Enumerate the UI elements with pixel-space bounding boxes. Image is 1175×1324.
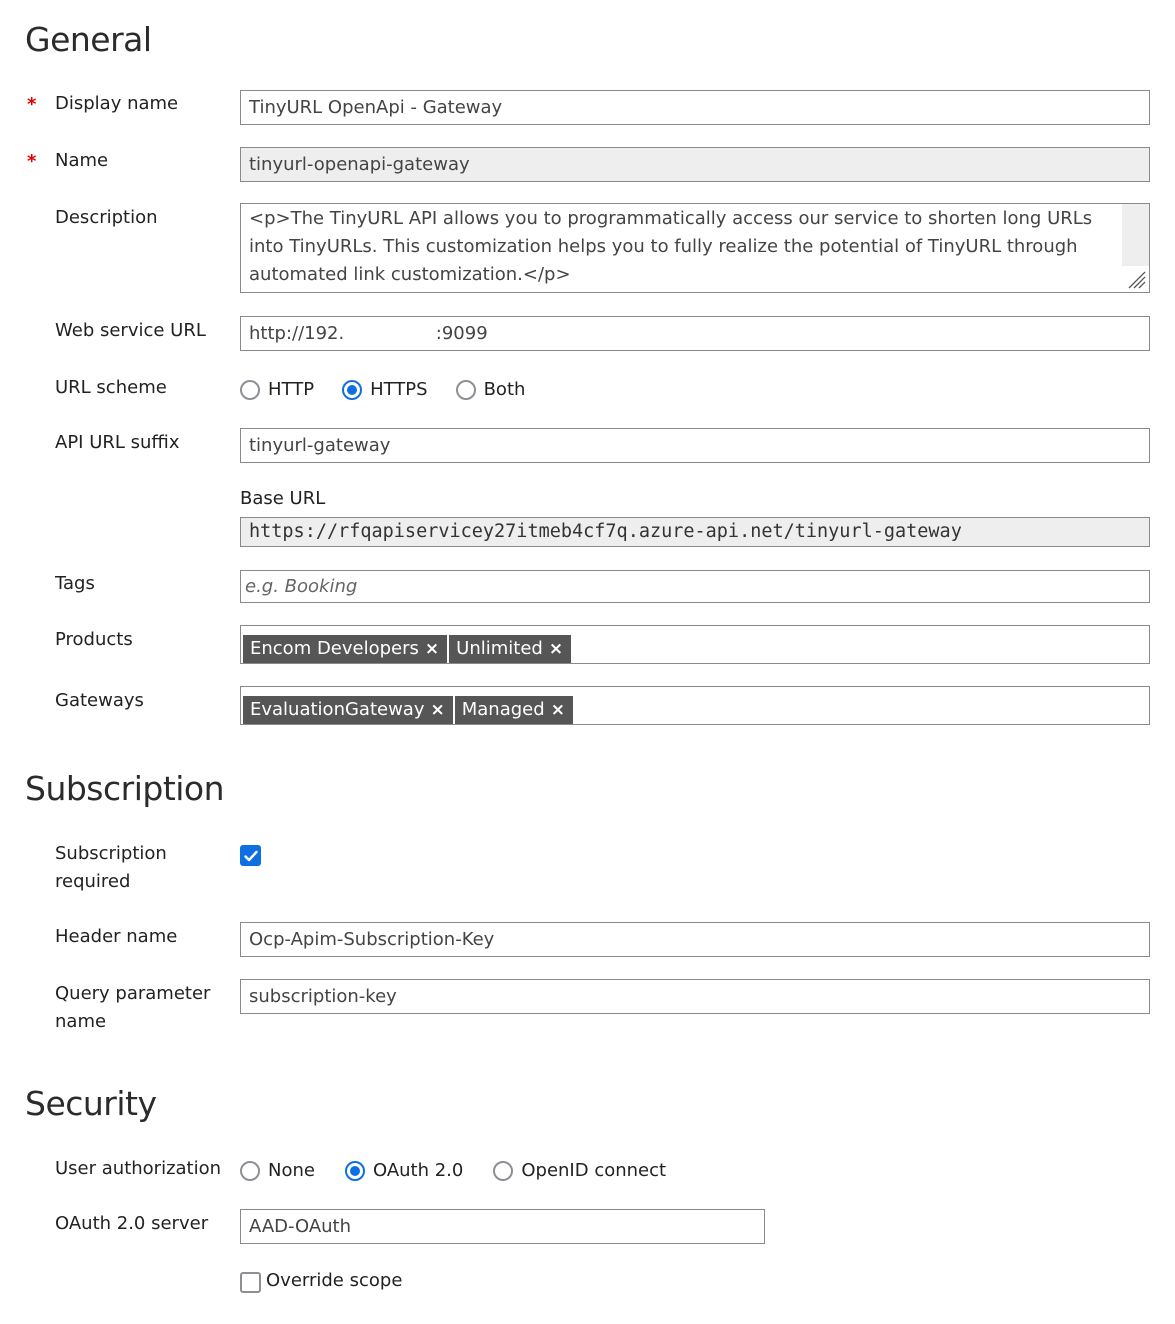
header-name-label: Header name	[55, 926, 178, 947]
base-url-label: Base URL	[240, 488, 326, 509]
checkmark-icon	[243, 850, 258, 861]
web-service-url-label: Web service URL	[55, 320, 206, 341]
oauth-server-label: OAuth 2.0 server	[55, 1213, 209, 1234]
chip-label: EvaluationGateway	[250, 699, 425, 720]
remove-chip-icon[interactable]: ×	[425, 635, 439, 663]
radio-button-selected[interactable]	[342, 379, 363, 400]
name-input[interactable]: tinyurl-openapi-gateway	[240, 147, 1150, 182]
radio-label: None	[268, 1160, 315, 1181]
product-chip: Encom Developers ×	[243, 635, 448, 663]
radio-label: Both	[483, 379, 526, 400]
url-scheme-radio-group: HTTP HTTPS Both	[240, 379, 553, 400]
radio-button[interactable]	[493, 1160, 514, 1181]
gateways-tag-input[interactable]: EvaluationGateway × Managed ×	[240, 686, 1150, 725]
radio-button[interactable]	[240, 379, 260, 400]
radio-openid-connect[interactable]: OpenID connect	[493, 1160, 666, 1181]
display-name-label: Display name	[55, 93, 179, 114]
textarea-scrollbar[interactable]	[1122, 204, 1149, 266]
subscription-required-label: Subscription required	[55, 843, 167, 892]
query-parameter-name-input[interactable]: subscription-key	[240, 979, 1150, 1014]
radio-oauth2[interactable]: OAuth 2.0	[344, 1160, 464, 1181]
oauth-server-select[interactable]: AAD-OAuth	[240, 1209, 765, 1244]
api-url-suffix-input[interactable]: tinyurl-gateway	[240, 428, 1150, 463]
products-tag-input[interactable]: Encom Developers × Unlimited ×	[240, 625, 1150, 664]
header-name-input[interactable]: Ocp-Apim-Subscription-Key	[240, 922, 1150, 957]
required-marker: *	[27, 151, 37, 172]
section-title-general: General	[25, 20, 152, 59]
product-chip: Unlimited ×	[449, 635, 572, 663]
radio-label: HTTPS	[370, 379, 428, 400]
tags-input[interactable]: e.g. Booking	[240, 570, 1150, 603]
override-scope-checkbox[interactable]	[240, 1272, 261, 1293]
chip-label: Managed	[461, 699, 545, 720]
chip-label: Unlimited	[456, 638, 543, 659]
description-textarea[interactable]: <p>The TinyURL API allows you to program…	[240, 203, 1150, 293]
gateways-label: Gateways	[55, 690, 144, 711]
radio-https[interactable]: HTTPS	[342, 379, 428, 400]
radio-label: HTTP	[268, 379, 315, 400]
section-title-subscription: Subscription	[25, 769, 225, 808]
section-title-security: Security	[25, 1084, 157, 1123]
remove-chip-icon[interactable]: ×	[549, 635, 563, 663]
radio-both[interactable]: Both	[455, 379, 526, 400]
subscription-required-checkbox[interactable]	[240, 845, 261, 866]
description-label: Description	[55, 207, 158, 228]
query-parameter-name-label: Query parameter name	[55, 983, 211, 1032]
display-name-input[interactable]: TinyURL OpenApi - Gateway	[240, 90, 1150, 125]
radio-http[interactable]: HTTP	[240, 379, 314, 400]
radio-label: OpenID connect	[521, 1160, 667, 1181]
gateway-chip: EvaluationGateway ×	[243, 696, 453, 724]
name-label: Name	[55, 150, 109, 171]
radio-none[interactable]: None	[240, 1160, 315, 1181]
remove-chip-icon[interactable]: ×	[431, 696, 445, 724]
products-label: Products	[55, 629, 133, 650]
radio-label: OAuth 2.0	[372, 1160, 464, 1181]
url-scheme-label: URL scheme	[55, 377, 167, 398]
base-url-value: https://rfqapiservicey27itmeb4cf7q.azure…	[240, 517, 1150, 547]
radio-button-selected[interactable]	[344, 1160, 365, 1181]
api-url-suffix-label: API URL suffix	[55, 432, 180, 453]
user-authorization-radio-group: None OAuth 2.0 OpenID connect	[240, 1160, 694, 1181]
remove-chip-icon[interactable]: ×	[551, 696, 565, 724]
description-text: <p>The TinyURL API allows you to program…	[249, 208, 1093, 285]
radio-button[interactable]	[240, 1160, 260, 1181]
gateway-chip: Managed ×	[454, 696, 573, 724]
chip-label: Encom Developers	[250, 638, 419, 659]
resize-grip-icon[interactable]	[1125, 268, 1147, 290]
tags-label: Tags	[55, 573, 95, 594]
radio-button[interactable]	[455, 379, 476, 400]
override-scope-label: Override scope	[266, 1270, 403, 1291]
user-authorization-label: User authorization	[55, 1158, 222, 1179]
required-marker: *	[27, 94, 37, 115]
web-service-url-input[interactable]: http://192. :9099	[240, 316, 1150, 351]
